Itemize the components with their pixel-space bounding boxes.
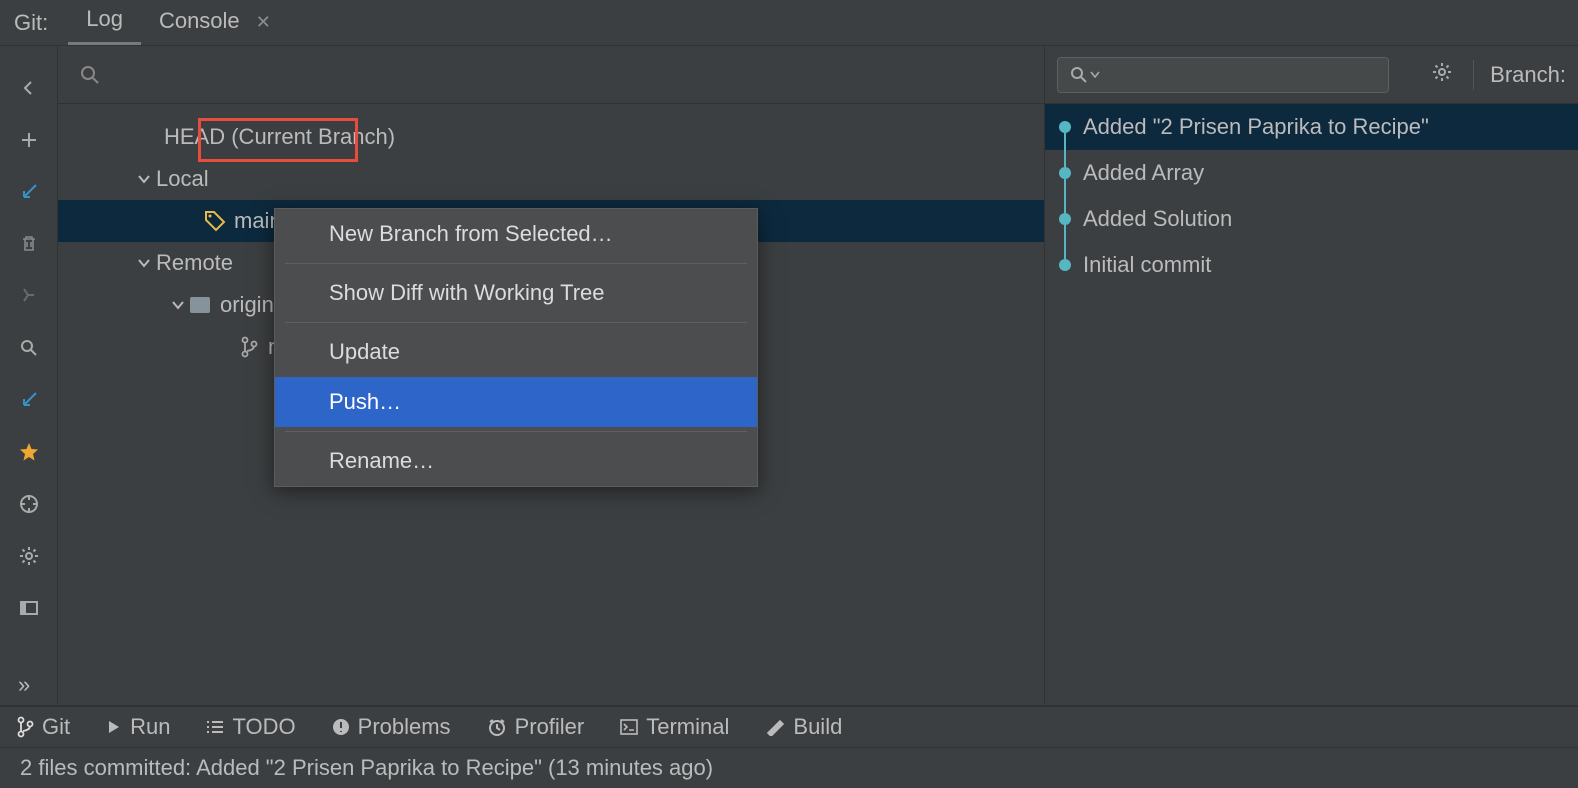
menu-item-label: New Branch from Selected… [329,221,613,247]
tool-window-terminal[interactable]: Terminal [620,714,729,740]
commit-dot-icon [1059,167,1071,179]
plus-icon[interactable] [17,128,41,152]
git-panel-title: Git: [14,10,48,36]
menu-item-label: Show Diff with Working Tree [329,280,605,306]
hammer-icon [765,718,785,736]
commit-message: Initial commit [1083,252,1211,278]
menu-separator [285,322,747,323]
menu-item-label: Push… [329,389,401,415]
menu-item-push[interactable]: Push… [275,377,757,427]
menu-item-update[interactable]: Update [275,327,757,377]
layout-icon[interactable] [17,596,41,620]
menu-item-label: Update [329,339,400,365]
alert-icon [332,718,350,736]
gear-icon[interactable] [1431,61,1453,89]
chevron-down-icon [1090,70,1100,80]
search-icon[interactable] [17,336,41,360]
tool-window-git[interactable]: Git [16,714,70,740]
status-text: 2 files committed: Added "2 Prisen Papri… [20,755,713,781]
commit-list: Added "2 Prisen Paprika to Recipe" Added… [1045,104,1578,705]
commit-row[interactable]: Added "2 Prisen Paprika to Recipe" [1045,104,1578,150]
clock-icon [487,717,507,737]
commit-dot-icon [1059,213,1071,225]
tool-window-profiler[interactable]: Profiler [487,714,585,740]
chevron-down-icon [132,256,156,270]
menu-item-rename[interactable]: Rename… [275,436,757,486]
tool-window-label: Problems [358,714,451,740]
target-icon[interactable] [17,492,41,516]
tool-window-problems[interactable]: Problems [332,714,451,740]
commit-message: Added Array [1083,160,1204,186]
branch-icon [240,336,258,358]
menu-item-show-diff[interactable]: Show Diff with Working Tree [275,268,757,318]
menu-item-new-branch[interactable]: New Branch from Selected… [275,209,757,259]
terminal-icon [620,719,638,735]
search-icon[interactable] [80,65,100,85]
remote-label: Remote [156,250,233,276]
chevron-down-icon [132,172,156,186]
incoming-icon[interactable] [17,388,41,412]
play-icon [106,719,122,735]
folder-icon [190,297,210,313]
commit-row[interactable]: Added Solution [1045,196,1578,242]
remote-name: origin [220,292,274,318]
commit-dot-icon [1059,121,1071,133]
search-icon [1070,66,1088,84]
commits-toolbar: Branch: [1045,46,1578,104]
trash-icon[interactable] [17,232,41,256]
tab-log[interactable]: Log [68,0,141,45]
tool-window-label: Build [793,714,842,740]
commits-pane: Branch: Added "2 Prisen Paprika to Recip… [1044,46,1578,705]
commit-message: Added Solution [1083,206,1232,232]
main-area: » HEAD (Current Branch) Local main [0,46,1578,706]
tool-window-label: Run [130,714,170,740]
merge-icon[interactable] [17,284,41,308]
head-label: HEAD (Current Branch) [164,124,395,150]
head-row[interactable]: HEAD (Current Branch) [58,116,1044,158]
tab-label: Console [159,8,240,33]
commit-dot-icon [1059,259,1071,271]
branch-icon [16,716,34,738]
branch-filter-label[interactable]: Branch: [1490,62,1566,88]
tool-window-label: Profiler [515,714,585,740]
tool-window-bar: Git Run TODO Problems Profiler Terminal … [0,706,1578,748]
menu-separator [285,263,747,264]
local-label: Local [156,166,209,192]
branches-search-row [58,46,1044,104]
star-icon[interactable] [17,440,41,464]
commits-search-input[interactable] [1057,57,1389,93]
commit-message: Added "2 Prisen Paprika to Recipe" [1083,114,1429,140]
tool-window-label: TODO [232,714,295,740]
branch-context-menu: New Branch from Selected… Show Diff with… [274,208,758,487]
status-bar: 2 files committed: Added "2 Prisen Papri… [0,748,1578,788]
tool-window-label: Git [42,714,70,740]
list-icon [206,719,224,735]
tool-window-todo[interactable]: TODO [206,714,295,740]
menu-item-label: Rename… [329,448,434,474]
pull-icon[interactable] [17,180,41,204]
menu-separator [285,431,747,432]
commit-row[interactable]: Initial commit [1045,242,1578,288]
tab-console[interactable]: Console ✕ [141,2,289,44]
tool-window-build[interactable]: Build [765,714,842,740]
top-tab-bar: Git: Log Console ✕ [0,0,1578,46]
commit-row[interactable]: Added Array [1045,150,1578,196]
tag-icon [204,210,226,232]
close-icon[interactable]: ✕ [256,12,271,32]
gear-icon[interactable] [17,544,41,568]
tool-window-label: Terminal [646,714,729,740]
chevron-down-icon [166,298,190,312]
overflow-icon[interactable]: » [18,672,30,698]
gutter-toolbar: » [0,46,58,705]
back-icon[interactable] [17,76,41,100]
tab-label: Log [86,6,123,31]
local-group[interactable]: Local [58,158,1044,200]
tool-window-run[interactable]: Run [106,714,170,740]
